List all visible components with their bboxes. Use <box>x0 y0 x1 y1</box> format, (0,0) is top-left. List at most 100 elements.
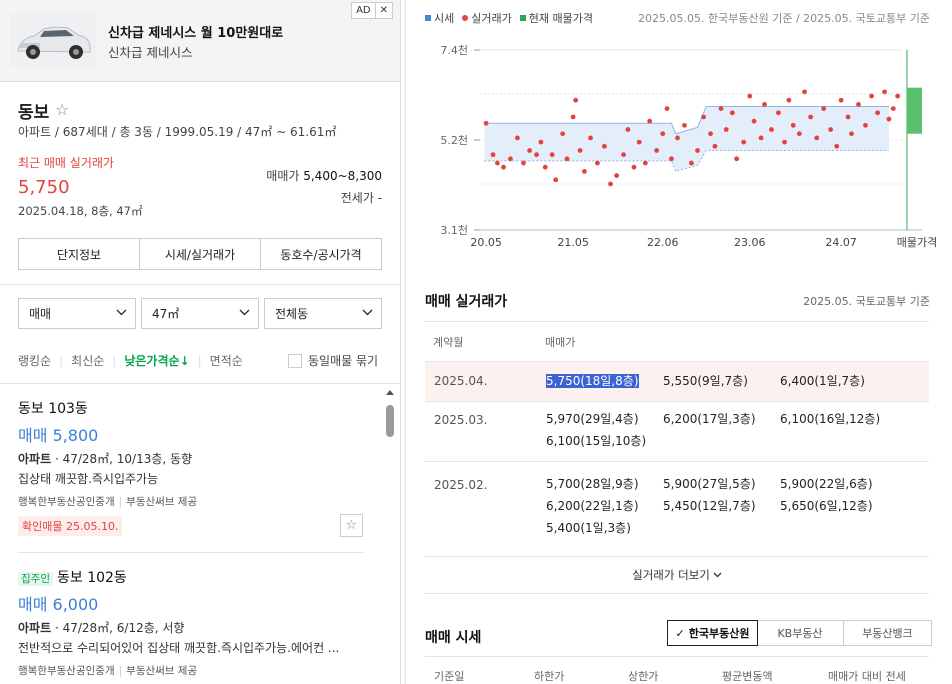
recent-price-label: 최근 매매 실거래가 <box>18 156 114 170</box>
trade-point <box>508 156 513 162</box>
trade-point <box>729 110 735 116</box>
listing-agent: 행복한부동산공인중개 | 부동산써브 제공 <box>18 494 364 509</box>
listing-title-row[interactable]: 집주인 동보 102동 <box>18 567 364 587</box>
trade-point <box>834 143 840 149</box>
listing-item[interactable]: 집주인 동보 102동 매매 6,000 아파트 · 47/28㎡, 6/12층,… <box>18 567 364 678</box>
owner-badge: 집주인 <box>18 572 53 586</box>
trade-price[interactable]: 5,900(22일,6층) <box>780 473 897 495</box>
ad-title[interactable]: 신차급 제네시스 월 10만원대로 <box>108 22 283 41</box>
trade-price[interactable]: 5,700(28일,9층) <box>546 473 663 495</box>
trade-point <box>660 131 666 137</box>
table-row: 2025.02. 5,700(28일,9층) 5,900(27일,5층) 5,9… <box>425 461 929 556</box>
trade-point <box>625 127 631 132</box>
scroll-up-arrow-icon[interactable] <box>386 390 394 395</box>
more-trades-label: 실거래가 더보기 <box>632 568 710 582</box>
area-value: 47㎡ <box>152 307 180 321</box>
y-tick-label: 7.4천 <box>440 43 468 57</box>
scrollbar-thumb[interactable] <box>386 405 394 437</box>
trades-source: 2025.05. 국토교통부 기준 <box>803 295 930 308</box>
trade-price[interactable]: 5,650(6일,12층) <box>780 495 897 517</box>
sort-area[interactable]: 면적순 <box>210 352 243 369</box>
ad-banner[interactable]: 신차급 제네시스 월 10만원대로 신차급 제네시스 AD ✕ <box>0 0 400 82</box>
trade-price[interactable]: 6,100(16일,12층) <box>780 408 897 430</box>
star-icon[interactable]: ☆ <box>55 100 69 119</box>
trade-point <box>527 148 532 153</box>
trade-point <box>845 114 851 120</box>
sort-options: 랭킹순 | 최신순 | 낮은가격순↓ | 면적순 <box>18 352 251 369</box>
trade-price[interactable]: 5,900(27일,5층) <box>663 473 780 495</box>
trade-point <box>821 106 827 112</box>
trades-table-header: 계약월 매매가 <box>425 321 929 361</box>
trade-point <box>654 148 660 153</box>
tab-complex-info[interactable]: 단지정보 <box>19 239 140 269</box>
trade-price[interactable]: 6,200(22일,1층) <box>546 495 663 517</box>
tab-bank[interactable]: 부동산뱅크 <box>844 621 931 645</box>
trade-price[interactable]: 6,400(1일,7층) <box>780 370 897 392</box>
trade-price[interactable]: 5,750(18일,8층) <box>546 370 663 392</box>
trade-point <box>863 122 868 128</box>
agent-name[interactable]: 행복한부동산공인중개 <box>18 496 115 508</box>
trade-type-select[interactable]: 매매 <box>18 298 136 329</box>
dong-select[interactable]: 전체동 <box>264 298 382 329</box>
x-tick-label: 22.06 <box>647 236 679 249</box>
ad-subtitle[interactable]: 신차급 제네시스 <box>108 42 192 61</box>
legend-item-listing: 현재 매물가격 <box>519 10 593 26</box>
area-select[interactable]: 47㎡ <box>141 298 259 329</box>
agent-name[interactable]: 행복한부동산공인중개 <box>18 665 115 677</box>
more-trades-button[interactable]: 실거래가 더보기 <box>425 556 929 594</box>
group-same-listing[interactable]: 동일매물 묶기 <box>288 352 378 369</box>
group-checkbox[interactable] <box>288 353 302 368</box>
provider-name: 부동산써브 제공 <box>126 496 198 508</box>
ad-label: AD <box>356 5 371 16</box>
chevron-down-icon <box>713 572 722 578</box>
market-band <box>484 106 889 172</box>
trade-price[interactable]: 5,970(29일,4층) <box>546 408 663 430</box>
listing-price-bar <box>907 87 922 134</box>
trade-price[interactable]: 6,100(15일,10층) <box>546 430 663 452</box>
trade-point <box>689 160 694 166</box>
listing-item[interactable]: 동보 103동 매매 5,800 아파트 · 47/28㎡, 10/13층, 동… <box>18 398 364 536</box>
listing-title[interactable]: 동보 102동 <box>57 570 127 586</box>
row-prices: 5,700(28일,9층) 5,900(27일,5층) 5,900(22일,6층… <box>546 473 926 539</box>
trade-price[interactable]: 5,450(12일,7층) <box>663 495 780 517</box>
trade-point <box>838 97 844 103</box>
market-table-header: 기준일 하한가 상한가 평균변동액 매매가 대비 전세 <box>425 656 929 684</box>
row-prices: 5,750(18일,8층) 5,550(9일,7층) 6,400(1일,7층) <box>546 370 926 392</box>
col-avg-change: 평균변동액 <box>722 670 773 683</box>
chevron-down-icon <box>239 308 250 319</box>
row-month: 2025.02. <box>434 478 488 492</box>
trade-price[interactable]: 6,200(17일,3층) <box>663 408 780 430</box>
trade-point <box>814 135 820 141</box>
agent-separator: | <box>118 496 123 508</box>
trade-point <box>553 177 559 183</box>
listing-agent: 행복한부동산공인중개 | 부동산써브 제공 <box>18 663 364 678</box>
legend-label: 시세 <box>434 12 455 25</box>
tab-price[interactable]: 시세/실거래가 <box>140 239 261 269</box>
price-chart[interactable]: 7.4천 5.2천 3.1천20.05 21.05 22.06 23.06 24.07 매물가… <box>402 32 952 257</box>
sort-latest[interactable]: 최신순 <box>71 352 104 369</box>
tab-unit-price[interactable]: 동호수/공시가격 <box>261 239 381 269</box>
market-title: 매매 시세 <box>425 630 482 646</box>
trade-point <box>682 122 687 128</box>
trade-point <box>747 93 753 99</box>
trade-price[interactable]: 5,550(9일,7층) <box>663 370 780 392</box>
close-icon[interactable]: ✕ <box>374 3 392 18</box>
recent-price: 5,750 <box>18 177 70 198</box>
sort-ranking[interactable]: 랭킹순 <box>18 352 51 369</box>
favorite-star-icon[interactable]: ☆ <box>340 514 363 537</box>
trade-point <box>828 127 834 132</box>
trade-point <box>588 135 593 141</box>
trade-price-highlight[interactable]: 5,750(18일,8층) <box>546 374 639 388</box>
trade-point <box>636 139 642 145</box>
trade-point <box>570 114 576 120</box>
divider <box>0 284 400 285</box>
trade-price[interactable]: 5,400(1일,3층) <box>546 517 663 539</box>
ad-car-image[interactable] <box>10 13 96 67</box>
tab-kab[interactable]: ✓ 한국부동산원 <box>667 620 758 646</box>
tab-kb[interactable]: KB부동산 <box>757 621 844 645</box>
trade-point <box>490 152 496 158</box>
sort-low-price[interactable]: 낮은가격순↓ <box>124 352 189 369</box>
listing-spec: 아파트 · 47/28㎡, 10/13층, 동향 <box>18 450 364 467</box>
listing-title[interactable]: 동보 103동 <box>18 398 364 418</box>
trade-point <box>483 120 489 126</box>
